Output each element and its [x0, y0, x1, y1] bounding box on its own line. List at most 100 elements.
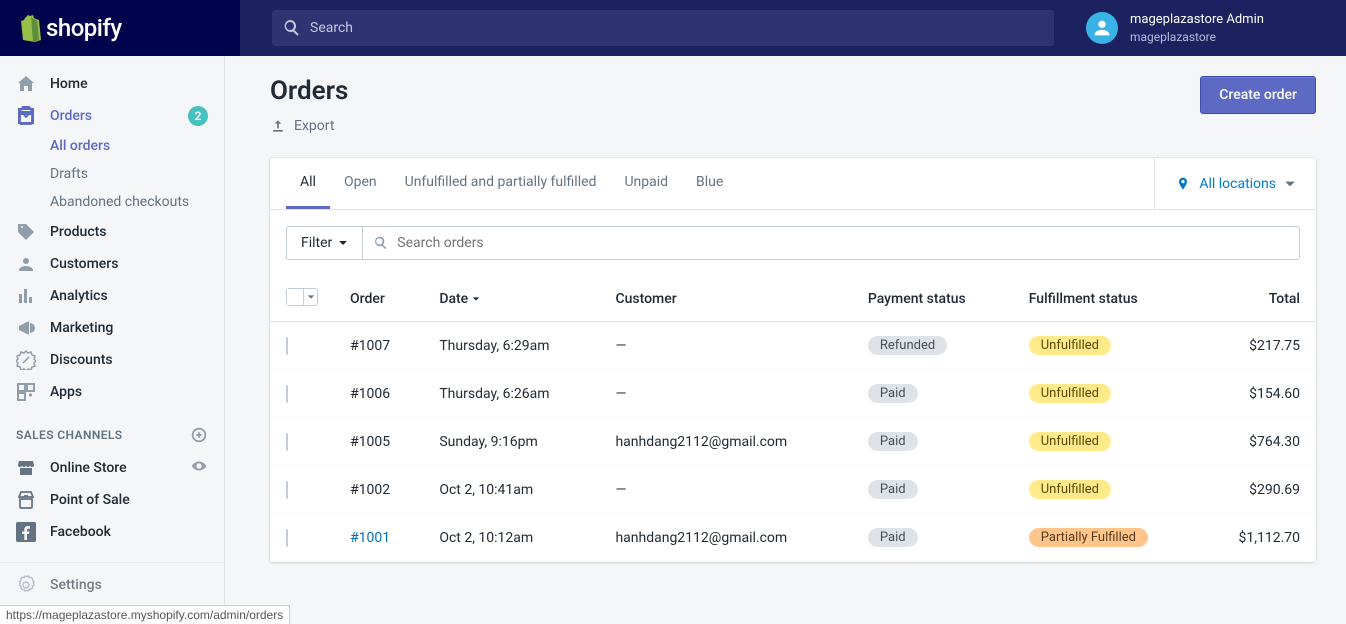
order-date: Oct 2, 10:12am: [423, 514, 599, 562]
user-name: mageplazastore Admin: [1130, 11, 1264, 29]
order-date: Thursday, 6:29am: [423, 322, 599, 370]
tag-icon: [16, 222, 36, 242]
plus-circle-icon[interactable]: [190, 426, 208, 444]
table-row[interactable]: #1005Sunday, 9:16pmhanhdang2112@gmail.co…: [270, 418, 1316, 466]
eye-icon[interactable]: [190, 457, 208, 479]
sidebar-sub-abandoned[interactable]: Abandoned checkouts: [0, 188, 224, 216]
fulfillment-status-badge: Partially Fulfilled: [1029, 528, 1148, 547]
order-number: #1007: [350, 338, 390, 354]
order-customer: —: [599, 466, 851, 514]
orders-search[interactable]: [363, 226, 1300, 260]
store-icon: [16, 458, 36, 478]
tabs: All Open Unfulfilled and partially fulfi…: [270, 158, 1154, 209]
search-input[interactable]: [310, 20, 1044, 36]
shopify-logo[interactable]: shopify: [18, 14, 122, 42]
export-label: Export: [294, 118, 334, 134]
sidebar-item-home[interactable]: Home: [0, 68, 224, 100]
fulfillment-status-badge: Unfulfilled: [1029, 480, 1111, 499]
sidebar-item-analytics[interactable]: Analytics: [0, 280, 224, 312]
pin-icon: [1175, 176, 1191, 192]
col-total[interactable]: Total: [1200, 276, 1316, 322]
order-total: $290.69: [1200, 466, 1316, 514]
topbar: shopify mageplazastore Admin mageplazast…: [0, 0, 1346, 56]
tab-all[interactable]: All: [286, 158, 330, 209]
sidebar-item-discounts[interactable]: Discounts: [0, 344, 224, 376]
sidebar-sub-drafts[interactable]: Drafts: [0, 160, 224, 188]
order-customer: —: [599, 322, 851, 370]
caret-down-icon: [1284, 178, 1296, 190]
order-date: Sunday, 9:16pm: [423, 418, 599, 466]
orders-search-input[interactable]: [397, 235, 1289, 251]
payment-status-badge: Refunded: [868, 336, 947, 355]
order-customer: —: [599, 370, 851, 418]
sidebar-item-label: Marketing: [50, 320, 208, 336]
row-checkbox[interactable]: [286, 481, 288, 499]
row-checkbox[interactable]: [286, 385, 288, 403]
locations-selector[interactable]: All locations: [1154, 158, 1316, 209]
sidebar-item-orders[interactable]: Orders 2: [0, 100, 224, 132]
user-menu[interactable]: mageplazastore Admin mageplazastore: [1086, 11, 1346, 45]
select-all[interactable]: [286, 288, 318, 306]
order-total: $764.30: [1200, 418, 1316, 466]
sidebar-item-marketing[interactable]: Marketing: [0, 312, 224, 344]
checkbox[interactable]: [287, 289, 303, 305]
logo-area: shopify: [0, 0, 240, 56]
sidebar-sub-all-orders[interactable]: All orders: [0, 132, 224, 160]
table-row[interactable]: #1001Oct 2, 10:12amhanhdang2112@gmail.co…: [270, 514, 1316, 562]
search-icon: [282, 18, 302, 38]
payment-status-badge: Paid: [868, 432, 918, 451]
table-header-row: Order Date Customer Payment status Fulfi…: [270, 276, 1316, 322]
col-customer[interactable]: Customer: [599, 276, 851, 322]
sidebar-item-customers[interactable]: Customers: [0, 248, 224, 280]
filter-button[interactable]: Filter: [286, 226, 363, 260]
tab-blue[interactable]: Blue: [682, 158, 737, 209]
table-row[interactable]: #1006Thursday, 6:26am—PaidUnfulfilled$15…: [270, 370, 1316, 418]
order-number: #1002: [350, 482, 390, 498]
sidebar-item-label: Discounts: [50, 352, 208, 368]
order-total: $1,112.70: [1200, 514, 1316, 562]
col-fulfillment[interactable]: Fulfillment status: [1013, 276, 1200, 322]
order-number: #1006: [350, 386, 390, 402]
page-header: Orders Export Create order: [270, 76, 1316, 138]
tab-unfulfilled[interactable]: Unfulfilled and partially fulfilled: [391, 158, 611, 209]
channel-online-store[interactable]: Online Store: [0, 452, 224, 484]
home-icon: [16, 74, 36, 94]
order-total: $154.60: [1200, 370, 1316, 418]
sidebar-item-label: Products: [50, 224, 208, 240]
person-icon: [16, 254, 36, 274]
filter-label: Filter: [301, 235, 332, 251]
orders-table: Order Date Customer Payment status Fulfi…: [270, 276, 1316, 562]
export-button[interactable]: Export: [270, 118, 334, 134]
col-payment[interactable]: Payment status: [852, 276, 1013, 322]
channel-point-of-sale[interactable]: Point of Sale: [0, 484, 224, 516]
table-row[interactable]: #1007 Thursday, 6:29am— Refunded Unfulfille…: [270, 322, 1316, 370]
row-checkbox[interactable]: [286, 337, 288, 355]
order-link[interactable]: #1001: [350, 530, 390, 546]
sidebar-item-label: Home: [50, 76, 208, 92]
fulfillment-status-badge: Unfulfilled: [1029, 384, 1111, 403]
fulfillment-status-badge: Unfulfilled: [1029, 336, 1111, 355]
sales-channels-heading: SALES CHANNELS: [0, 408, 224, 452]
sidebar-item-label: Analytics: [50, 288, 208, 304]
channel-label: Point of Sale: [50, 492, 208, 508]
global-search[interactable]: [272, 10, 1054, 46]
table-row[interactable]: #1002Oct 2, 10:41am—PaidUnfulfilled$290.…: [270, 466, 1316, 514]
caret-down-icon[interactable]: [303, 289, 317, 305]
tab-open[interactable]: Open: [330, 158, 391, 209]
row-checkbox[interactable]: [286, 433, 288, 451]
col-date[interactable]: Date: [423, 276, 599, 322]
caret-down-icon: [472, 291, 480, 307]
filter-row: Filter: [270, 210, 1316, 276]
order-date: Oct 2, 10:41am: [423, 466, 599, 514]
create-order-button[interactable]: Create order: [1200, 76, 1316, 114]
sidebar-item-products[interactable]: Products: [0, 216, 224, 248]
tab-unpaid[interactable]: Unpaid: [610, 158, 682, 209]
sidebar-item-settings[interactable]: Settings: [0, 562, 224, 600]
pos-icon: [16, 490, 36, 510]
avatar: [1086, 12, 1118, 44]
gear-icon: [16, 575, 36, 595]
sidebar-item-apps[interactable]: Apps: [0, 376, 224, 408]
channel-facebook[interactable]: Facebook: [0, 516, 224, 548]
col-order[interactable]: Order: [334, 276, 423, 322]
row-checkbox[interactable]: [286, 529, 288, 547]
